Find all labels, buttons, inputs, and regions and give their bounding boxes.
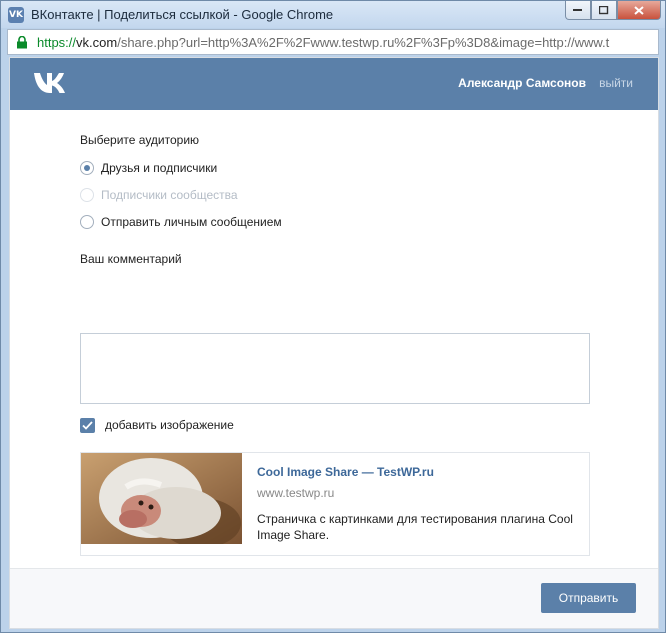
link-preview-card[interactable]: Cool Image Share — TestWP.ru www.testwp.… [80, 452, 590, 556]
checkmark-icon [82, 420, 93, 430]
minimize-icon [573, 9, 582, 11]
card-url: www.testwp.ru [257, 486, 335, 500]
radio-private-message[interactable]: Отправить личным сообщением [80, 214, 282, 230]
browser-window: VK ВКонтакте | Поделиться ссылкой - Goog… [0, 0, 666, 633]
footer: Отправить [10, 568, 658, 628]
title-bar: VK ВКонтакте | Поделиться ссылкой - Goog… [1, 1, 665, 28]
preview-image[interactable] [81, 453, 242, 544]
radio-button[interactable] [80, 161, 94, 175]
url-path: /share.php?url=http%3A%2F%2Fwww.testwp.r… [117, 35, 610, 50]
radio-friends-followers[interactable]: Друзья и подписчики [80, 160, 217, 176]
window-controls [565, 1, 661, 21]
card-title-link[interactable]: Cool Image Share — TestWP.ru [257, 465, 434, 479]
radio-label: Отправить личным сообщением [101, 215, 282, 229]
radio-label: Подписчики сообщества [101, 188, 238, 202]
audience-label: Выберите аудиторию [80, 133, 200, 147]
add-image-label: добавить изображение [105, 418, 234, 432]
page: Александр Самсонов выйти Выберите аудито… [9, 57, 659, 629]
vk-header: Александр Самсонов выйти [10, 58, 658, 110]
radio-community-followers: Подписчики сообщества [80, 187, 238, 203]
add-image-checkbox-row[interactable]: добавить изображение [80, 417, 234, 433]
lock-icon [17, 36, 27, 49]
add-image-checkbox[interactable] [80, 417, 95, 433]
window-title: ВКонтакте | Поделиться ссылкой - Google … [31, 7, 334, 22]
address-bar[interactable]: https://vk.com/share.php?url=http%3A%2F%… [7, 29, 659, 55]
monkey-image [81, 453, 242, 544]
vk-logo-icon[interactable] [32, 70, 76, 96]
url-text: https://vk.com/share.php?url=http%3A%2F%… [37, 35, 652, 50]
card-description: Страничка с картинками для тестирования … [257, 512, 573, 542]
minimize-button[interactable] [565, 1, 591, 20]
url-scheme: https:// [37, 35, 77, 50]
user-name[interactable]: Александр Самсонов [458, 76, 586, 90]
maximize-icon [599, 5, 609, 14]
vk-icon: VK [8, 7, 24, 23]
send-button[interactable]: Отправить [541, 583, 636, 613]
close-icon [634, 5, 644, 15]
close-button[interactable] [617, 1, 661, 20]
radio-label: Друзья и подписчики [101, 161, 218, 175]
logout-link[interactable]: выйти [599, 76, 633, 90]
comment-label: Ваш комментарий [80, 252, 182, 266]
maximize-button[interactable] [591, 1, 617, 20]
comment-textarea[interactable] [80, 333, 590, 404]
url-host: vk.com [76, 35, 118, 50]
radio-button [80, 188, 94, 202]
radio-button[interactable] [80, 215, 94, 229]
